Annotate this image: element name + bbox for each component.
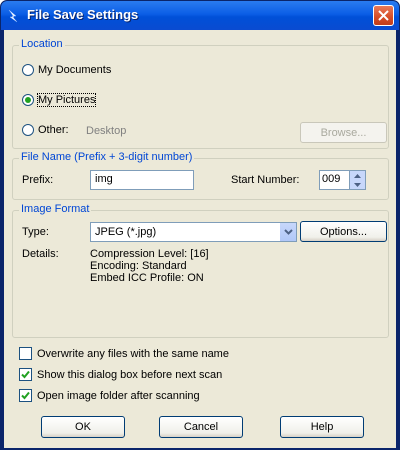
radio-my-documents[interactable]: My Documents [22,64,111,76]
radio-label: My Documents [38,64,112,76]
start-number-spinner[interactable] [350,170,366,190]
cancel-button[interactable]: Cancel [159,416,243,438]
type-value: JPEG (*.jpg) [95,226,157,238]
detail-icc-profile: Embed ICC Profile: ON [90,272,204,284]
other-path: Desktop [86,125,127,137]
start-number-label: Start Number: [231,174,300,186]
radio-label: Other: [38,124,69,136]
radio-my-pictures[interactable]: My Pictures [22,93,97,107]
detail-encoding: Encoding: Standard [90,260,187,272]
open-folder-checkbox[interactable]: Open image folder after scanning [19,389,200,402]
title-bar[interactable]: File Save Settings [1,1,399,30]
radio-other[interactable]: Other: [22,124,69,136]
filename-legend: File Name (Prefix + 3-digit number) [19,151,195,163]
checkmark-icon [19,389,32,402]
start-number-input[interactable]: 009 [319,170,350,190]
checkbox-box [19,347,32,360]
radio-circle-selected [22,94,34,106]
dialog-window: File Save Settings Location My Documents… [0,0,400,450]
radio-circle [22,64,34,76]
close-icon [378,10,389,21]
image-format-legend: Image Format [19,203,92,215]
spin-down-icon[interactable] [350,180,365,189]
ok-button[interactable]: OK [41,416,125,438]
checkbox-label: Open image folder after scanning [37,389,200,402]
close-button[interactable] [373,5,394,26]
browse-button[interactable]: Browse... [300,122,387,143]
checkbox-label: Show this dialog box before next scan [37,368,223,381]
radio-circle [22,124,34,136]
window-title: File Save Settings [27,7,139,22]
scanner-icon [8,9,18,23]
detail-compression: Compression Level: [16] [90,248,209,260]
checkbox-label: Overwrite any files with the same name [37,347,229,360]
help-button[interactable]: Help [280,416,364,438]
type-select[interactable]: JPEG (*.jpg) [90,222,297,242]
location-legend: Location [19,38,65,50]
dialog-body: Location My Documents My Pictures Other:… [4,30,396,448]
prefix-input[interactable]: img [90,170,194,190]
spin-up-icon[interactable] [350,171,365,180]
chevron-down-icon[interactable] [279,223,296,241]
filename-group: File Name (Prefix + 3-digit number) Pref… [12,151,389,200]
show-dialog-checkbox[interactable]: Show this dialog box before next scan [19,368,222,381]
prefix-label: Prefix: [22,174,54,186]
checkmark-icon [19,368,32,381]
details-label: Details: [22,248,59,260]
radio-label: My Pictures [36,93,97,107]
image-format-group: Image Format Type: JPEG (*.jpg) Options.… [12,203,389,338]
overwrite-checkbox[interactable]: Overwrite any files with the same name [19,347,229,360]
type-label: Type: [22,226,49,238]
options-button[interactable]: Options... [300,221,387,242]
location-group: Location My Documents My Pictures Other:… [12,38,389,149]
